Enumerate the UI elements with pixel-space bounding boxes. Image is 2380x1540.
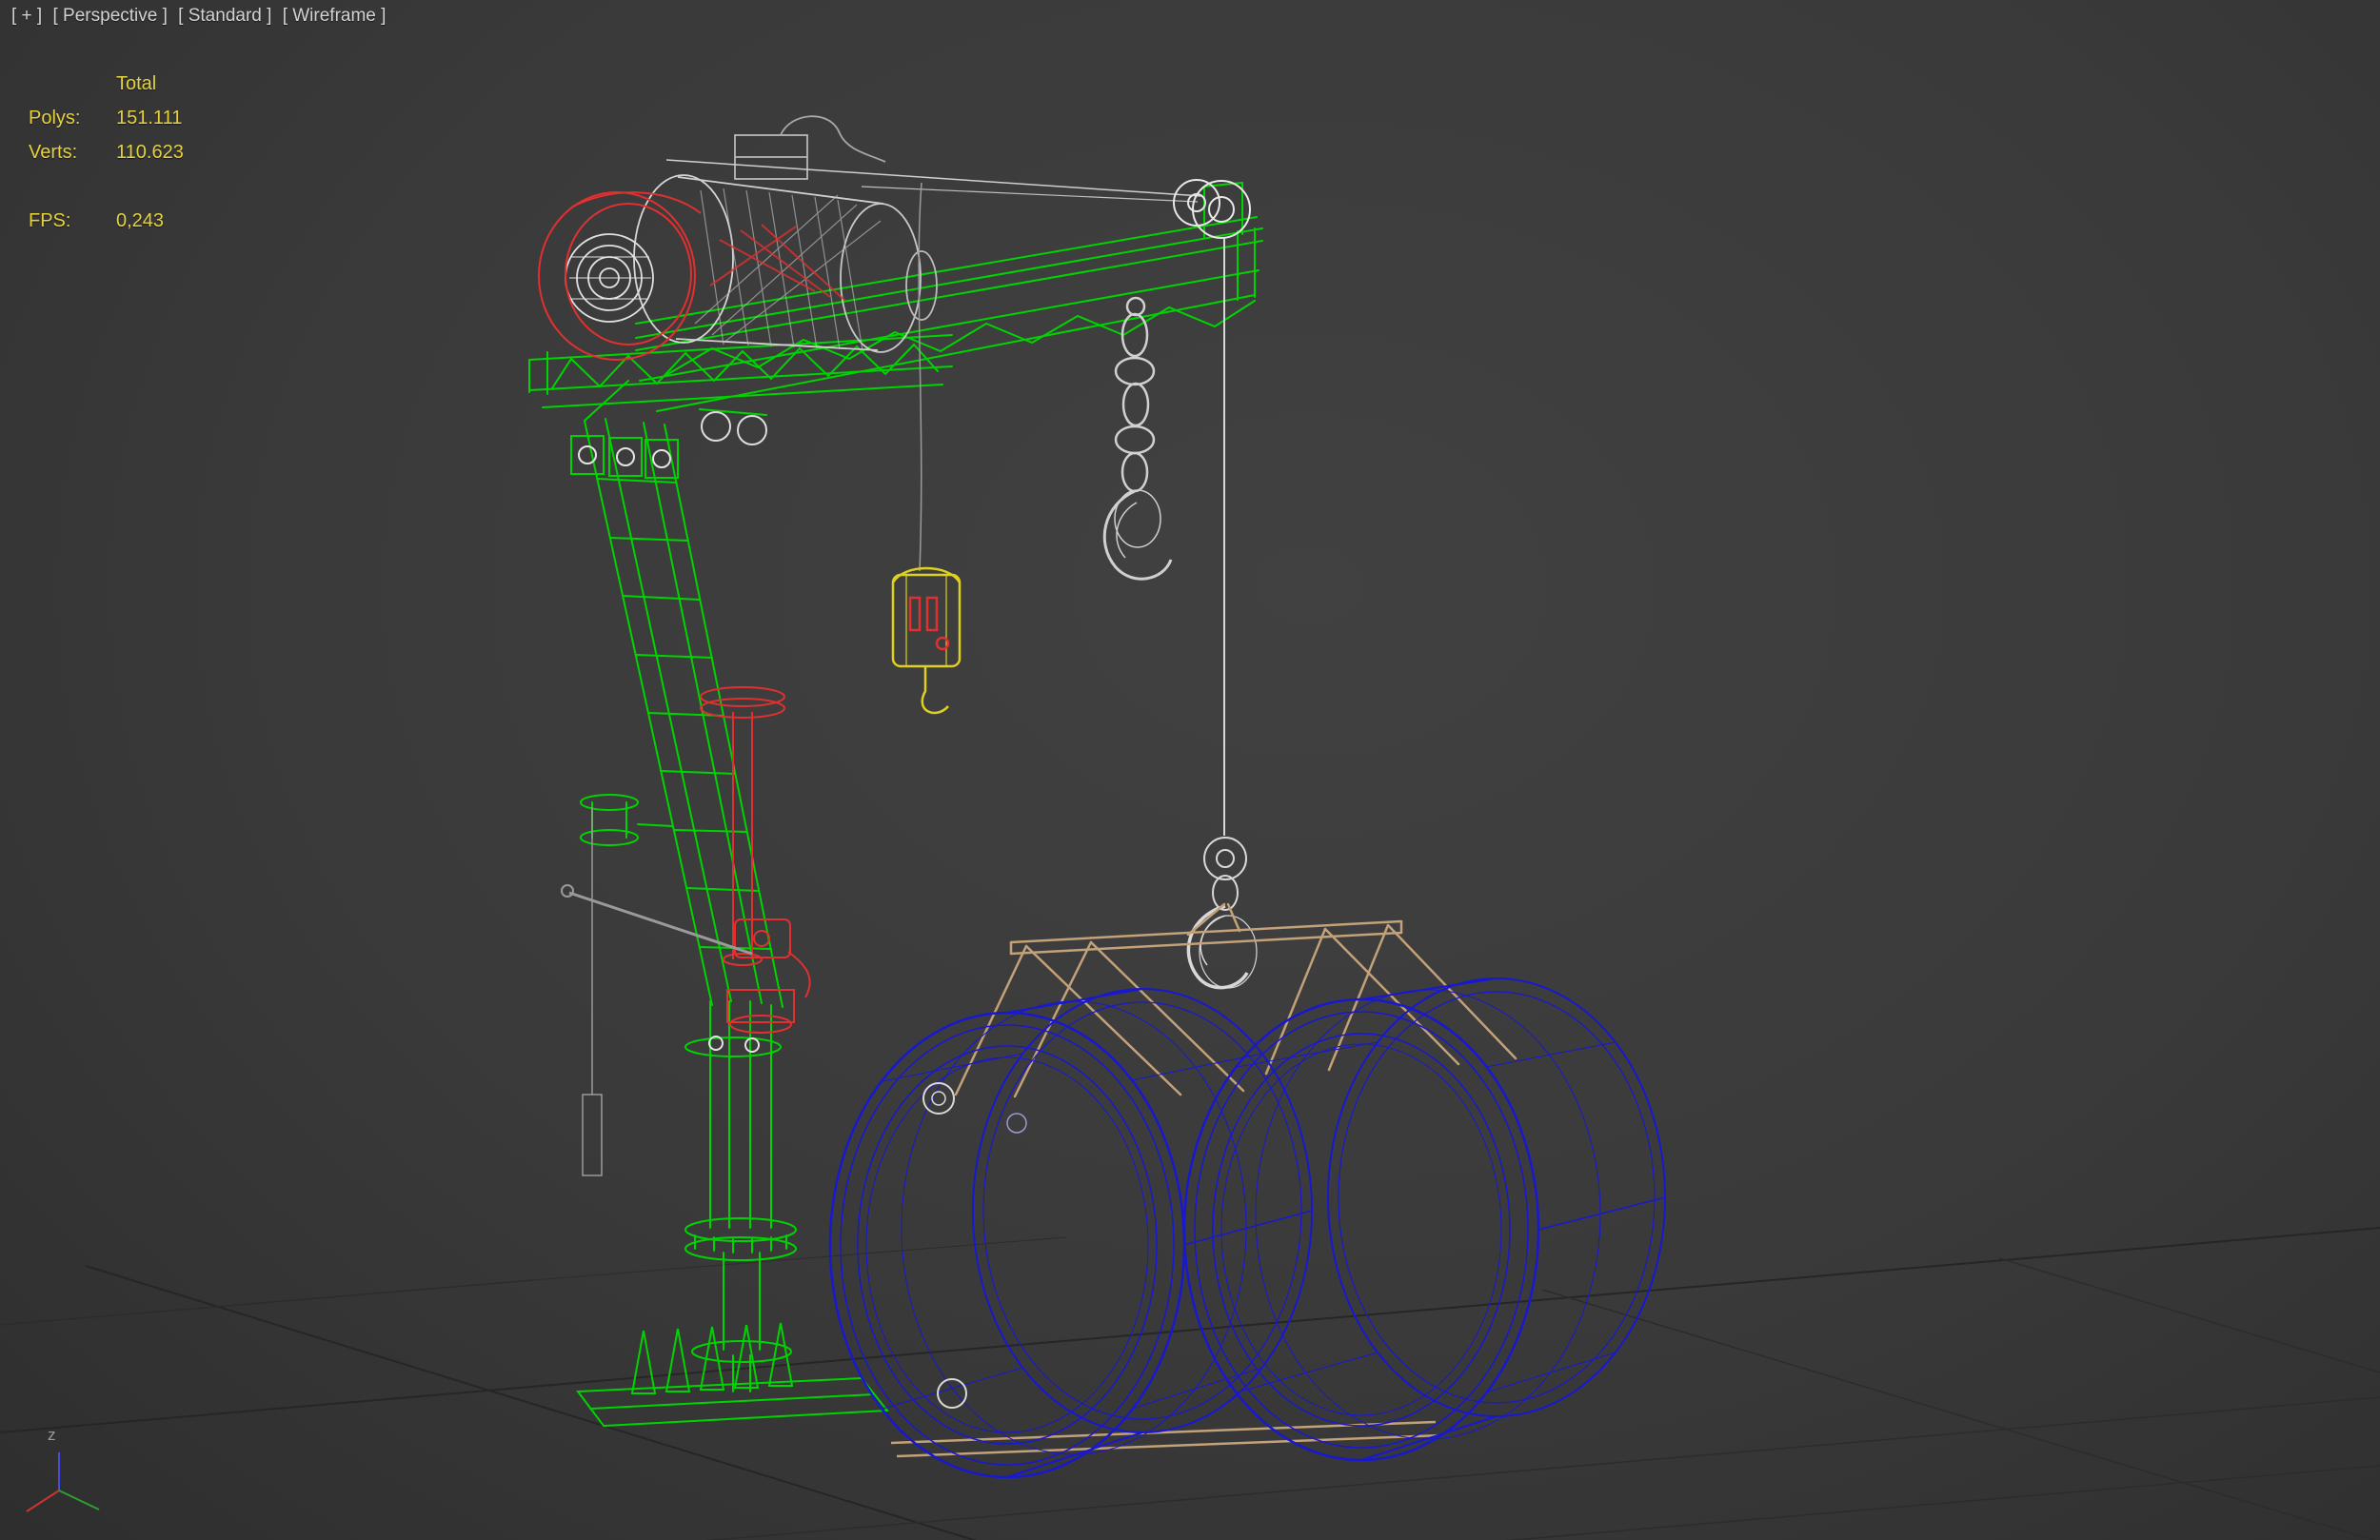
stats-verts-row: Verts: 110.623	[29, 135, 184, 169]
viewport-menu-shading-wireframe[interactable]: [ Wireframe ]	[283, 6, 387, 26]
ground-grid	[0, 1227, 2380, 1540]
stats-polys-row: Polys: 151.111	[29, 101, 184, 135]
viewport-menu-shading-standard[interactable]: [ Standard ]	[178, 6, 271, 26]
pendant-buttons	[908, 596, 950, 651]
stats-verts-value: 110.623	[116, 142, 184, 163]
motor-red-rings	[538, 191, 846, 361]
viewport-menu-general[interactable]: [ + ]	[11, 6, 42, 26]
red-lever-assembly[interactable]	[700, 686, 811, 1034]
pipe-right[interactable]	[1182, 977, 1666, 1462]
stats-fps-label: FPS:	[29, 210, 71, 231]
stats-fps-value: 0,243	[116, 210, 165, 231]
pendant-cable	[918, 182, 922, 572]
viewport-canvas[interactable]	[0, 0, 2380, 1540]
viewport-label-bar: [ + ] [ Perspective ] [ Standard ] [ Wir…	[11, 6, 391, 27]
motor-hatching	[694, 188, 882, 351]
viewport-menu-pov[interactable]: [ Perspective ]	[53, 6, 168, 26]
stats-fps-row: FPS: 0,243	[29, 204, 184, 238]
pendant-control[interactable]	[891, 182, 962, 715]
y-axis	[58, 1490, 100, 1510]
pipes-wireframe[interactable]	[828, 977, 1666, 1479]
chain-hook[interactable]	[1102, 296, 1173, 581]
stats-header-spacer	[29, 67, 116, 101]
3d-viewport[interactable]: [ + ] [ Perspective ] [ Standard ] [ Wir…	[0, 0, 2380, 1540]
stats-polys-value: 151.111	[116, 108, 183, 128]
stats-polys-label: Polys:	[29, 108, 81, 128]
stats-header: Total	[116, 73, 157, 94]
crane-wireframe[interactable]	[528, 182, 1263, 1428]
stats-verts-label: Verts:	[29, 142, 78, 163]
hook-block[interactable]	[1186, 238, 1258, 990]
stats-header-row: Total	[29, 67, 184, 101]
gray-rods[interactable]	[561, 807, 753, 1176]
x-axis	[26, 1490, 60, 1512]
axis-tripod	[26, 1452, 100, 1512]
viewport-statistics: Total Polys: 151.111 Verts: 110.623 FPS:…	[29, 67, 184, 238]
axis-z-label: z	[48, 1426, 56, 1444]
